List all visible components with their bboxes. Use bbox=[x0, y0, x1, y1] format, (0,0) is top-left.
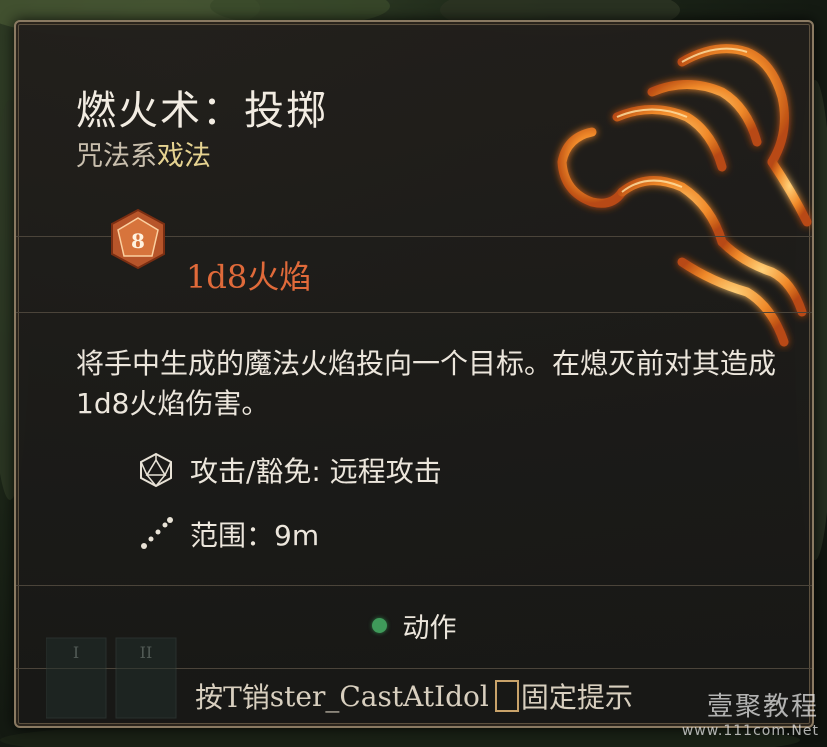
divider bbox=[16, 312, 812, 313]
hint-suffix: 固定提示 bbox=[520, 681, 633, 714]
hint-prefix: 按T销 bbox=[195, 681, 270, 714]
hotbar-slot-1-label: I bbox=[73, 643, 79, 662]
divider bbox=[16, 585, 812, 586]
spell-subtitle: 咒法系戏法 bbox=[76, 134, 211, 173]
spell-kind: 戏法 bbox=[157, 141, 211, 172]
attack-save-text: 攻击/豁免: 远程攻击 bbox=[190, 455, 442, 488]
damage-label: 1d8火焰 bbox=[186, 258, 312, 296]
flaming-hand-icon bbox=[557, 44, 812, 347]
dotted-line-icon bbox=[136, 514, 176, 554]
action-dot-icon bbox=[371, 618, 387, 633]
hotbar-slot-2-label: II bbox=[140, 643, 153, 662]
range-row: 范围：9m bbox=[136, 514, 319, 554]
attack-save-row: 攻击/豁免: 远程攻击 bbox=[136, 450, 442, 490]
watermark-name: 壹聚教程 bbox=[706, 692, 819, 722]
d20-icon bbox=[136, 450, 176, 490]
spell-school: 咒法系 bbox=[76, 141, 157, 172]
die-label: 8 bbox=[131, 229, 145, 253]
spell-title: 燃火术：投掷 bbox=[76, 88, 328, 134]
hint-key: ster_CastAtIdol bbox=[269, 679, 489, 713]
spell-tooltip: 燃火术：投掷 咒法系戏法 8 1d8火焰 将手中生成的魔法火焰投向一个目标。在熄… bbox=[14, 20, 814, 728]
key-placeholder-icon bbox=[494, 680, 519, 712]
d8-die-icon: 8 bbox=[111, 208, 165, 270]
action-cost-label: 动作 bbox=[402, 613, 457, 644]
watermark-url: www.111com.Net bbox=[681, 723, 819, 739]
spell-description: 将手中生成的魔法火焰投向一个目标。在熄灭前对其造成1d8火焰伤害。 bbox=[76, 347, 777, 420]
frame-corner bbox=[16, 22, 32, 38]
watermark: 壹聚教程 www.111com.Net bbox=[682, 686, 819, 739]
range-text: 范围：9m bbox=[190, 519, 320, 552]
